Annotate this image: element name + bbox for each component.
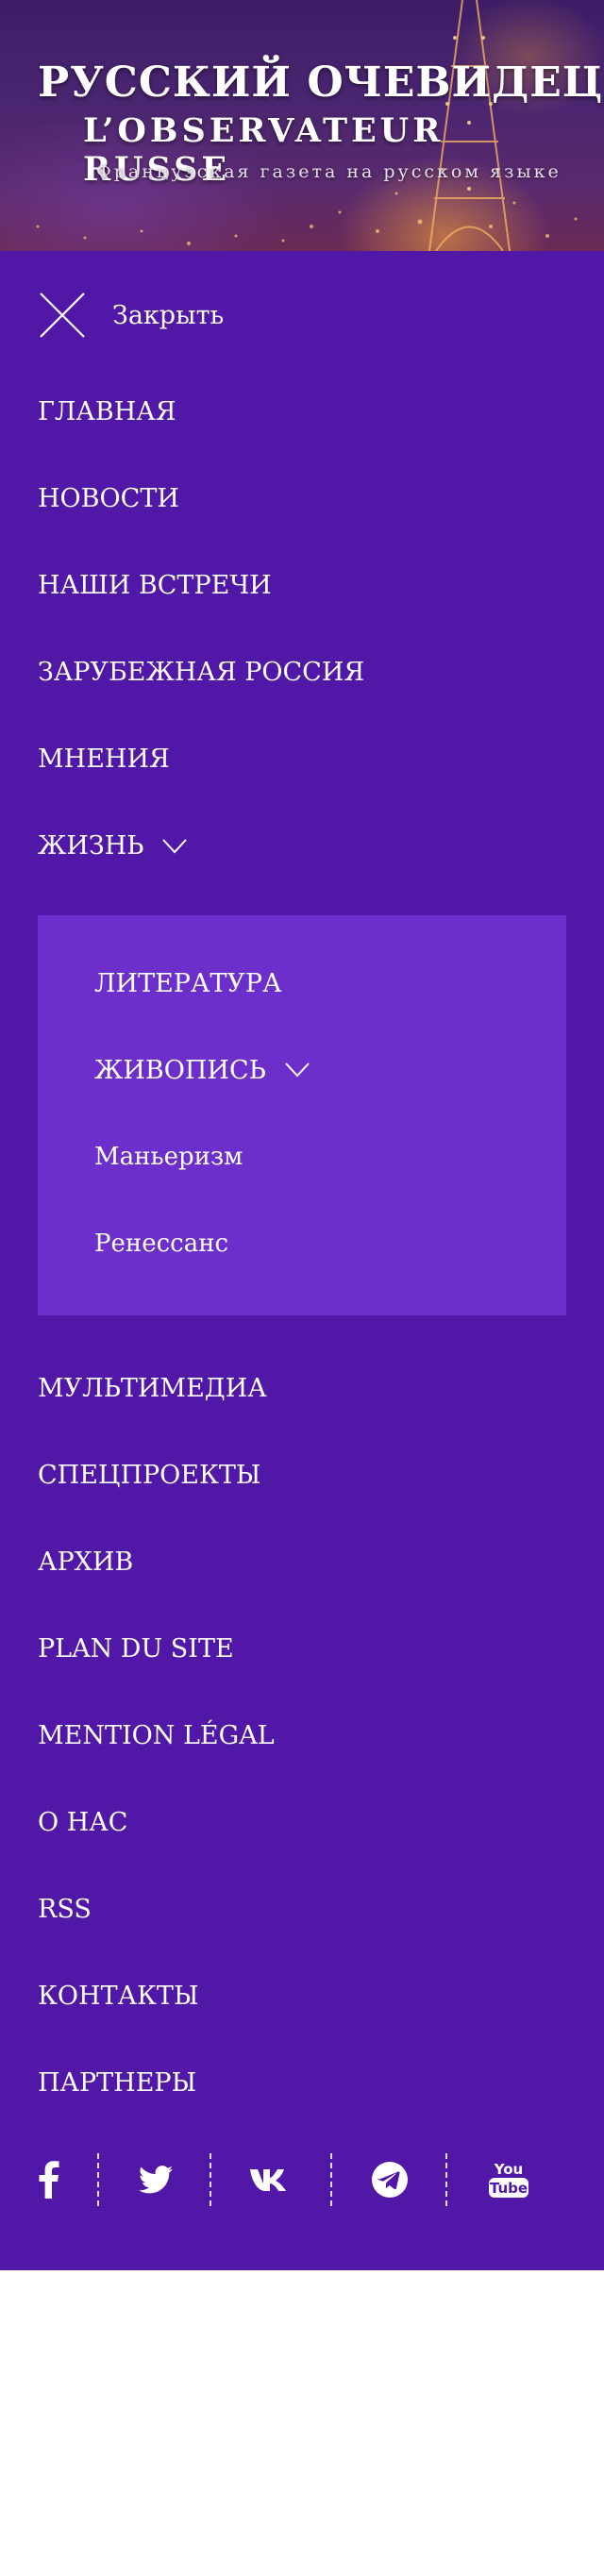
menu-item-novosti[interactable]: НОВОСТИ <box>38 480 179 518</box>
menu-item-nashi-vstrechi[interactable]: НАШИ ВСТРЕЧИ <box>38 567 272 605</box>
menu-item-mneniya[interactable]: МНЕНИЯ <box>38 741 170 778</box>
submenu-item-zhivopis-label: ЖИВОПИСЬ <box>94 1055 266 1085</box>
vk-icon <box>250 2169 286 2191</box>
telegram-icon <box>372 2162 408 2198</box>
menu-item-multimedia[interactable]: МУЛЬТИМЕДИА <box>38 1370 267 1408</box>
menu-item-glavnaya[interactable]: ГЛАВНАЯ <box>38 393 176 431</box>
twitter-icon <box>139 2166 173 2194</box>
telegram-link[interactable] <box>366 2149 413 2210</box>
submenu-item-manierizm[interactable]: Маньеризм <box>94 1138 243 1176</box>
chevron-down-icon[interactable] <box>162 839 188 854</box>
social-separator <box>210 2153 211 2206</box>
menu-item-rss[interactable]: RSS <box>38 1891 92 1929</box>
youtube-tube-text: Tube <box>490 2180 528 2197</box>
menu-item-arhiv[interactable]: АРХИВ <box>38 1544 133 1581</box>
menu-item-plan-du-site[interactable]: PLAN DU SITE <box>38 1631 234 1668</box>
youtube-you-text: You <box>494 2161 523 2178</box>
site-header: РУССКИЙ ОЧЕВИДЕЦ L’OBSERVATEUR RUSSE Фра… <box>0 0 604 251</box>
social-separator <box>445 2153 447 2206</box>
submenu-zhizn: ЛИТЕРАТУРА ЖИВОПИСЬ Маньеризм Ренессанс <box>38 915 566 1315</box>
menu-item-zarubezhnaya-rossiya[interactable]: ЗАРУБЕЖНАЯ РОССИЯ <box>38 654 364 692</box>
site-tagline: Французская газета на русском языке <box>96 161 562 182</box>
menu-item-mention-legal[interactable]: MENTION LÉGAL <box>38 1717 275 1755</box>
social-separator <box>330 2153 332 2206</box>
twitter-link[interactable] <box>132 2149 179 2210</box>
facebook-link[interactable] <box>28 2149 70 2210</box>
youtube-icon: You Tube <box>489 2161 528 2198</box>
facebook-icon <box>39 2161 59 2199</box>
submenu-item-zhivopis[interactable]: ЖИВОПИСЬ <box>94 1051 310 1089</box>
menu-item-kontakty[interactable]: КОНТАКТЫ <box>38 1978 199 2016</box>
menu-item-partnery[interactable]: ПАРТНЕРЫ <box>38 2065 196 2102</box>
close-icon <box>40 293 85 338</box>
site-title-ru[interactable]: РУССКИЙ ОЧЕВИДЕЦ <box>38 59 603 107</box>
submenu-item-renessans[interactable]: Ренессанс <box>94 1225 228 1263</box>
vk-link[interactable] <box>243 2149 300 2210</box>
navigation-menu: Закрыть ГЛАВНАЯ НОВОСТИ НАШИ ВСТРЕЧИ ЗАР… <box>0 251 604 2270</box>
youtube-link[interactable]: You Tube <box>481 2149 536 2210</box>
menu-item-zhizn[interactable]: ЖИЗНЬ <box>38 828 188 865</box>
chevron-down-icon[interactable] <box>285 1062 310 1078</box>
menu-item-o-nas[interactable]: О НАС <box>38 1804 127 1842</box>
submenu-item-literatura[interactable]: ЛИТЕРАТУРА <box>94 964 282 1002</box>
social-links: You Tube <box>0 2149 604 2210</box>
menu-item-specproekty[interactable]: СПЕЦПРОЕКТЫ <box>38 1457 261 1495</box>
close-menu-label: Закрыть <box>112 300 225 330</box>
close-menu-button[interactable]: Закрыть <box>38 291 224 340</box>
social-separator <box>97 2153 99 2206</box>
menu-item-zhizn-label: ЖИЗНЬ <box>38 831 144 861</box>
